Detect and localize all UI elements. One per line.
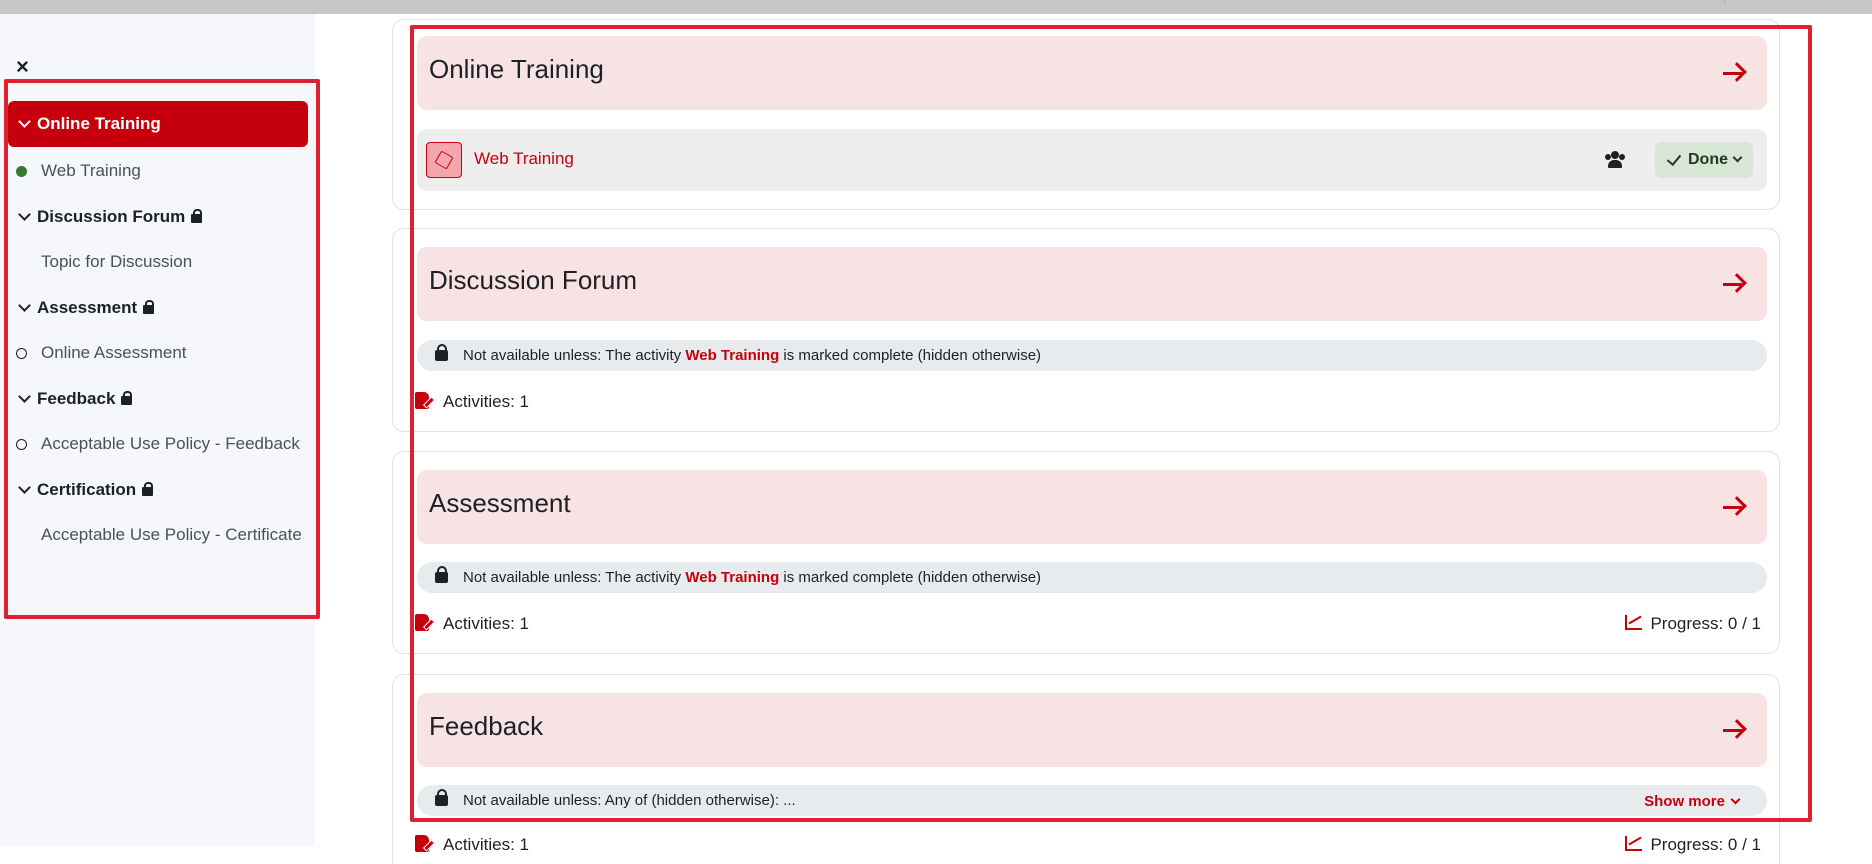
lock-icon	[143, 299, 155, 314]
section-card-feedback: Feedback Not available unless: Any of (h…	[392, 674, 1780, 864]
nav-section-certification[interactable]: Certification	[8, 468, 308, 511]
section-header[interactable]: Feedback	[417, 693, 1767, 767]
activities-count-label: Activities: 1	[443, 614, 529, 633]
section-header[interactable]: Online Training	[417, 36, 1767, 110]
nav-activity-label: Acceptable Use Policy - Certificate	[41, 525, 302, 544]
lock-icon	[435, 789, 448, 806]
chevron-down-icon[interactable]	[18, 480, 31, 494]
lock-icon	[191, 208, 203, 223]
section-card-assessment: Assessment Not available unless: The act…	[392, 451, 1780, 654]
section-header[interactable]: Assessment	[417, 470, 1767, 544]
restriction-notice: Not available unless: Any of (hidden oth…	[417, 785, 1767, 816]
restriction-prefix: Not available unless: The activity	[463, 569, 686, 586]
progress-chart-icon	[1625, 615, 1643, 630]
section-progress: Progress: 0 / 1	[1625, 835, 1761, 855]
section-title[interactable]: Feedback	[429, 711, 543, 742]
completion-empty-circle-icon	[16, 348, 27, 359]
section-title[interactable]: Online Training	[429, 54, 604, 85]
nav-activity-aup-feedback[interactable]: Acceptable Use Policy - Feedback	[8, 420, 308, 468]
section-title[interactable]: Assessment	[429, 488, 571, 519]
activity-doc-icon	[415, 835, 429, 852]
done-label: Done	[1688, 151, 1728, 168]
nav-activity-label: Topic for Discussion	[41, 252, 193, 271]
arrow-right-icon[interactable]	[1721, 273, 1747, 295]
nav-activity-label: Web Training	[41, 161, 141, 180]
arrow-right-icon[interactable]	[1721, 496, 1747, 518]
nav-section-label: Feedback	[37, 388, 116, 408]
activities-count-label: Activities: 1	[443, 392, 529, 411]
nav-activity-online-assessment[interactable]: Online Assessment	[8, 329, 308, 377]
restriction-suffix: is marked complete (hidden otherwise)	[779, 569, 1042, 586]
section-card-discussion-forum: Discussion Forum Not available unless: T…	[392, 228, 1780, 432]
nav-section-online-training[interactable]: Online Training	[8, 101, 308, 147]
completion-done-dropdown[interactable]: Done	[1655, 142, 1753, 178]
nav-section-feedback[interactable]: Feedback	[8, 377, 308, 420]
section-header[interactable]: Discussion Forum	[417, 247, 1767, 321]
arrow-right-icon[interactable]	[1721, 62, 1747, 84]
completion-done-dot-icon	[16, 166, 27, 177]
restriction-activity-link[interactable]: Web Training	[685, 347, 779, 364]
restriction-text: Not available unless: Any of (hidden oth…	[463, 792, 796, 809]
show-more-button[interactable]: Show more	[1644, 793, 1741, 810]
chevron-down-icon[interactable]	[18, 207, 31, 221]
completion-empty-circle-icon	[16, 439, 27, 450]
nav-section-label-wrap: Discussion Forum	[37, 206, 203, 227]
nav-section-assessment[interactable]: Assessment	[8, 286, 308, 329]
nav-section-label: Assessment	[37, 297, 138, 317]
chevron-down-icon[interactable]	[18, 389, 31, 403]
nav-activity-topic-for-discussion[interactable]: Topic for Discussion	[8, 238, 308, 286]
top-bar-divider	[1724, 0, 1725, 5]
arrow-right-icon[interactable]	[1721, 719, 1747, 741]
activity-item-web-training: Web Training Done	[417, 129, 1767, 191]
section-title[interactable]: Discussion Forum	[429, 265, 637, 296]
check-icon	[1666, 150, 1682, 167]
restriction-prefix: Not available unless: The activity	[463, 347, 686, 364]
nav-section-label-wrap: Certification	[37, 479, 154, 500]
restriction-text: Not available unless: The activity Web T…	[463, 569, 1041, 586]
cube-icon	[426, 142, 462, 178]
close-drawer-button[interactable]: ×	[16, 54, 29, 80]
nav-section-label-wrap: Assessment	[37, 297, 155, 318]
activity-doc-icon	[415, 392, 429, 409]
nav-section-discussion-forum[interactable]: Discussion Forum	[8, 195, 308, 238]
chevron-down-icon	[1732, 152, 1743, 163]
restriction-suffix: is marked complete (hidden otherwise)	[779, 347, 1042, 364]
section-card-online-training: Online Training Web Training Done	[392, 19, 1780, 210]
nav-activity-web-training[interactable]: Web Training	[8, 147, 308, 195]
browser-top-bar	[0, 0, 1872, 14]
lock-icon	[121, 390, 133, 405]
chevron-down-icon[interactable]	[18, 298, 31, 312]
lock-icon	[435, 344, 448, 361]
activities-count-label: Activities: 1	[443, 835, 529, 854]
restriction-activity-link[interactable]: Web Training	[685, 569, 779, 586]
progress-label: Progress: 0 / 1	[1650, 835, 1761, 854]
nav-activity-label: Acceptable Use Policy - Feedback	[41, 434, 300, 453]
chevron-down-icon	[1730, 794, 1741, 805]
nav-section-label: Discussion Forum	[37, 206, 186, 226]
lock-icon	[435, 566, 448, 583]
group-users-icon	[1605, 151, 1625, 169]
nav-activity-label: Online Assessment	[41, 343, 187, 362]
activity-link[interactable]: Web Training	[474, 149, 574, 169]
chevron-down-icon[interactable]	[18, 115, 31, 128]
nav-section-label-wrap: Feedback	[37, 388, 133, 409]
progress-chart-icon	[1625, 836, 1643, 851]
activity-doc-icon	[415, 614, 429, 631]
show-more-label: Show more	[1644, 793, 1725, 810]
course-index-nav: Online Training Web Training Discussion …	[8, 101, 308, 559]
nav-section-label: Certification	[37, 479, 137, 499]
restriction-notice: Not available unless: The activity Web T…	[417, 340, 1767, 371]
section-progress: Progress: 0 / 1	[1625, 614, 1761, 634]
nav-section-label: Online Training	[37, 114, 161, 133]
progress-label: Progress: 0 / 1	[1650, 614, 1761, 633]
nav-activity-aup-certificate[interactable]: Acceptable Use Policy - Certificate	[8, 511, 308, 559]
restriction-notice: Not available unless: The activity Web T…	[417, 562, 1767, 593]
restriction-text: Not available unless: The activity Web T…	[463, 347, 1041, 364]
lock-icon	[142, 481, 154, 496]
